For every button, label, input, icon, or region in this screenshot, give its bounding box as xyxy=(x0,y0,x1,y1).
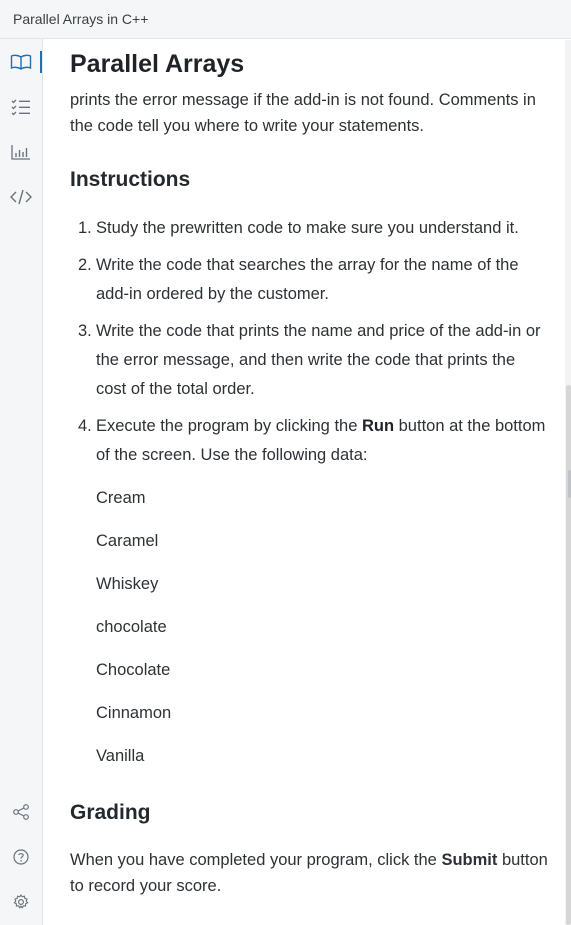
settings-icon[interactable] xyxy=(8,889,34,915)
scrollbar-thumb[interactable] xyxy=(566,385,571,925)
data-item: chocolate xyxy=(96,618,167,636)
data-item: Whiskey xyxy=(96,575,159,593)
checklist-icon[interactable] xyxy=(8,94,34,120)
title-bar: Parallel Arrays in C++ xyxy=(0,0,571,39)
data-item: Chocolate xyxy=(96,661,171,679)
step-number: 1. xyxy=(78,219,92,237)
bar-chart-icon[interactable] xyxy=(8,139,34,165)
sidebar xyxy=(0,39,43,925)
active-indicator xyxy=(40,51,42,73)
step-number: 4. xyxy=(78,417,92,435)
grading-heading: Grading xyxy=(70,801,151,824)
code-icon[interactable] xyxy=(8,184,34,210)
step-text: Execute the program by clicking the Run … xyxy=(96,417,546,464)
step-text: Study the prewritten code to make sure y… xyxy=(96,219,519,237)
instructions-panel[interactable]: prints the error message if the add-in i… xyxy=(44,40,565,925)
submit-button-reference: Submit xyxy=(441,851,498,869)
step-text: Write the code that prints the name and … xyxy=(96,322,541,398)
data-item: Cinnamon xyxy=(96,704,172,722)
data-item: Caramel xyxy=(96,532,159,550)
step-number: 3. xyxy=(78,322,92,340)
window-title: Parallel Arrays in C++ xyxy=(13,11,149,27)
run-button-reference: Run xyxy=(361,417,395,435)
data-item: Cream xyxy=(96,489,146,507)
instructions-heading: Instructions xyxy=(70,168,191,191)
page-title: Parallel Arrays xyxy=(70,44,550,84)
share-icon[interactable] xyxy=(8,799,34,825)
step-text: Write the code that searches the array f… xyxy=(96,256,519,303)
grading-paragraph: When you have completed your program, cl… xyxy=(70,851,548,895)
book-icon[interactable] xyxy=(8,49,34,75)
data-item: Vanilla xyxy=(96,747,145,765)
step-number: 2. xyxy=(78,256,92,274)
intro-paragraph: prints the error message if the add-in i… xyxy=(70,91,536,135)
help-icon[interactable] xyxy=(8,844,34,870)
